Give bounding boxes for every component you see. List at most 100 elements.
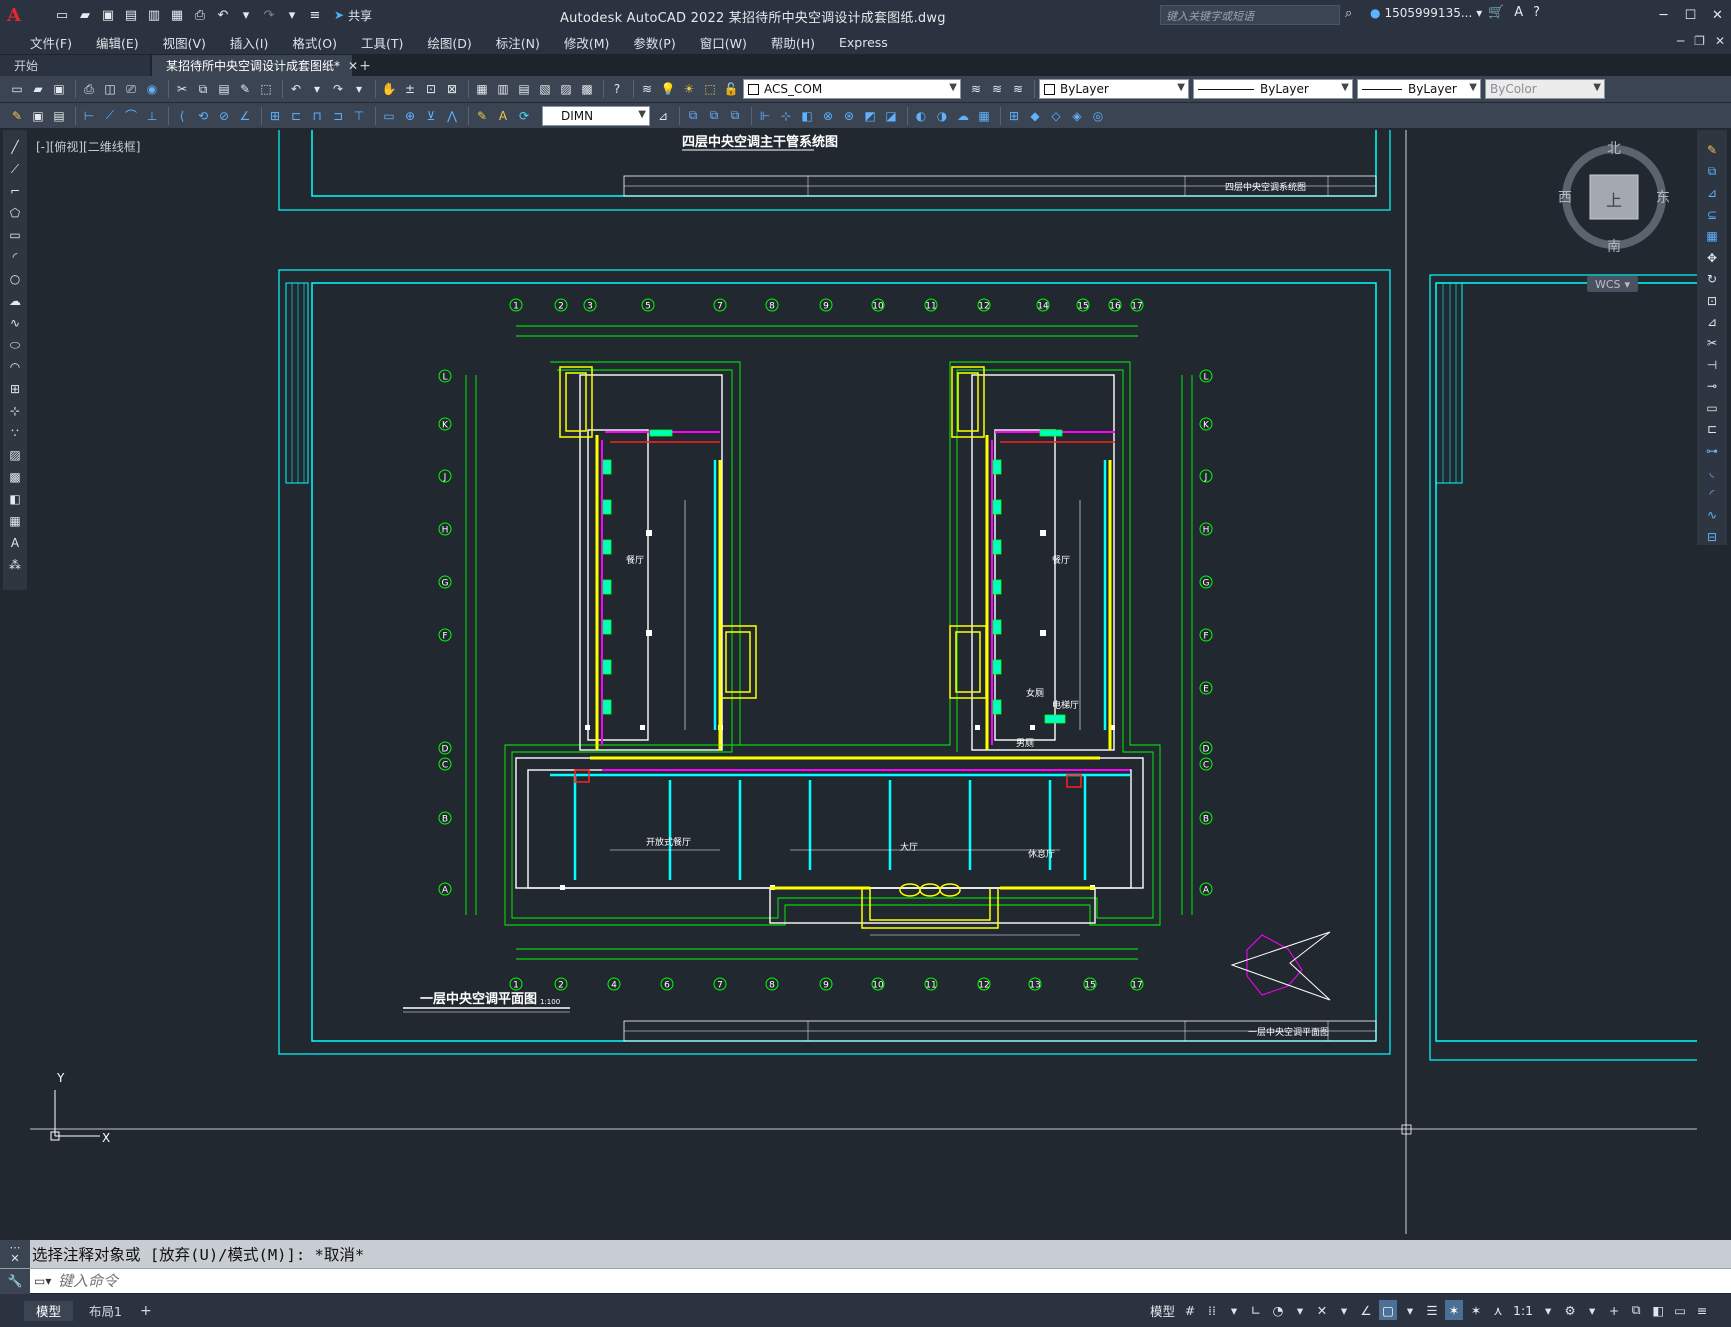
rotate-icon[interactable]: ↻ [1702, 271, 1722, 287]
recent-commands-icon[interactable]: ▭▾ [30, 1274, 58, 1288]
clip-icon[interactable]: ⊛ [840, 107, 858, 125]
menu-dimension[interactable]: 标注(N) [484, 33, 552, 52]
polar-icon[interactable]: ◔ [1269, 1300, 1287, 1320]
ortho-icon[interactable]: ∟ [1247, 1300, 1265, 1320]
dim-diameter-icon[interactable]: ⊘ [215, 107, 233, 125]
save-icon[interactable]: ▣ [98, 5, 118, 25]
blend-icon[interactable]: ◜ [1702, 486, 1722, 502]
viewcube-east[interactable]: 东 [1656, 190, 1670, 206]
array-icon[interactable]: ▦ [1702, 228, 1722, 244]
mirror-icon[interactable]: ⊿ [1702, 185, 1722, 201]
dim-continue-icon[interactable]: ⊓ [308, 107, 326, 125]
fillet-icon[interactable]: ◟ [1702, 464, 1722, 480]
menu-express[interactable]: Express [827, 35, 900, 50]
rectangle-icon[interactable]: ▭ [5, 226, 25, 244]
plot-icon[interactable]: ⎙ [80, 80, 98, 98]
stretch-icon[interactable]: ⊿ [1702, 314, 1722, 330]
chevron-down-icon[interactable]: ▾ [1539, 1300, 1557, 1320]
add-layout-button[interactable]: + [140, 1303, 152, 1319]
plus-icon[interactable]: + [1605, 1300, 1623, 1320]
doc-close-icon[interactable]: ✕ [1715, 34, 1725, 48]
viewcube[interactable]: 上 北 南 东 西 [1557, 140, 1671, 254]
ellipse-icon[interactable]: ⬭ [5, 336, 25, 354]
block-editor-icon[interactable]: ⬚ [257, 80, 275, 98]
revcloud-icon[interactable]: ☁ [5, 292, 25, 310]
add-selected-icon[interactable]: ⁂ [5, 556, 25, 574]
spline-icon[interactable]: ∿ [5, 314, 25, 332]
table-icon[interactable]: ▦ [975, 107, 993, 125]
make-block-icon[interactable]: ⊹ [777, 107, 795, 125]
dim-radius-icon[interactable]: ⟨ [173, 107, 191, 125]
break-point-icon[interactable]: ⊸ [1702, 378, 1722, 394]
command-line-grip[interactable]: ⋯ ✕ [0, 1240, 30, 1268]
zoom-previous-icon[interactable]: ⊠ [443, 80, 461, 98]
undo-icon[interactable]: ↶ [213, 5, 233, 25]
viewcube-west[interactable]: 西 [1558, 190, 1572, 206]
copy-icon[interactable]: ⧉ [194, 80, 212, 98]
xref-icon[interactable]: ◧ [798, 107, 816, 125]
chevron-down-icon[interactable]: ▾ [1335, 1300, 1353, 1320]
customize-status-icon[interactable]: ≡ [1693, 1300, 1711, 1320]
dim-space-icon[interactable]: ⊐ [329, 107, 347, 125]
redo-icon[interactable]: ↷ [329, 80, 347, 98]
command-input[interactable] [58, 1272, 1558, 1290]
viewport-icon[interactable]: ⊞ [1005, 107, 1023, 125]
dimstyle-combo[interactable]: DIMN ▼ [542, 105, 650, 126]
draworder-above-icon[interactable]: ⧉ [726, 107, 744, 125]
close-icon[interactable]: ✕ [1704, 0, 1731, 30]
drag-handle-icon[interactable]: ⋯ [10, 1242, 21, 1253]
zoom-realtime-icon[interactable]: ± [401, 80, 419, 98]
tolerance-icon[interactable]: ▭ [380, 107, 398, 125]
tab-layout1[interactable]: 布局1 [77, 1301, 134, 1321]
search-icon[interactable]: ⌕ [1345, 6, 1352, 21]
share-button[interactable]: ➤ 共享 [334, 7, 372, 24]
render-icon[interactable]: ◆ [1026, 107, 1044, 125]
gradient-icon[interactable]: ▩ [5, 468, 25, 486]
layer-lock-icon[interactable]: 🔓 [722, 80, 740, 98]
isodraft-icon[interactable]: ✕ [1313, 1300, 1331, 1320]
region-icon[interactable]: ◐ [912, 107, 930, 125]
move-icon[interactable]: ✥ [1702, 249, 1722, 265]
ellipse-arc-icon[interactable]: ◠ [5, 358, 25, 376]
point-icon[interactable]: ∵ [5, 424, 25, 442]
material-icon[interactable]: ◈ [1068, 107, 1086, 125]
draworder-front-icon[interactable]: ⧉ [684, 107, 702, 125]
camera-icon[interactable]: ◎ [1089, 107, 1107, 125]
snap-icon[interactable]: ⁞⁞ [1203, 1300, 1221, 1320]
open-from-web-icon[interactable]: ▥ [144, 5, 164, 25]
wcs-menu[interactable]: WCS ▾ [1587, 276, 1639, 292]
explode-icon[interactable]: ∿ [1702, 507, 1722, 523]
center-mark-icon[interactable]: ⊕ [401, 107, 419, 125]
menu-edit[interactable]: 编辑(E) [84, 33, 151, 52]
layer-vp-freeze-icon[interactable]: ⬚ [701, 80, 719, 98]
chevron-down-icon[interactable]: ▾ [1583, 1300, 1601, 1320]
undo-dropdown-icon[interactable]: ▾ [308, 80, 326, 98]
tab-model[interactable]: 模型 [24, 1300, 74, 1321]
insert-block-icon[interactable]: ⊞ [5, 380, 25, 398]
maximize-icon[interactable]: ☐ [1677, 0, 1704, 30]
dim-update-icon[interactable]: ⟳ [515, 107, 533, 125]
zoom-window-icon[interactable]: ⊡ [422, 80, 440, 98]
cart-icon[interactable]: 🛒 [1488, 5, 1504, 20]
dim-ordinate-icon[interactable]: ⊥ [143, 107, 161, 125]
menu-window[interactable]: 窗口(W) [688, 33, 759, 52]
extend-icon[interactable]: ⊣ [1702, 357, 1722, 373]
publish-3d-icon[interactable]: ◉ [143, 80, 161, 98]
xline-icon[interactable]: ⟋ [5, 160, 25, 178]
customize-icon[interactable]: 🔧 [0, 1268, 30, 1294]
break-icon[interactable]: ▭ [1702, 400, 1722, 416]
hatch-icon[interactable]: ▨ [5, 446, 25, 464]
layer-previous-icon[interactable]: ≋ [988, 80, 1006, 98]
doc-restore-icon[interactable]: ❐ [1694, 34, 1705, 48]
light-icon[interactable]: ◇ [1047, 107, 1065, 125]
tab-start[interactable]: 开始 [0, 55, 150, 76]
menu-parameter[interactable]: 参数(P) [621, 33, 687, 52]
new-tab-button[interactable]: + [354, 55, 376, 76]
viewcube-face-top[interactable]: 上 [1606, 191, 1622, 210]
join-icon[interactable]: ⊏ [1702, 421, 1722, 437]
autocad-logo-icon[interactable]: A [0, 0, 28, 30]
customize-qat-icon[interactable]: ≡ [305, 5, 325, 25]
save-as-icon[interactable]: ▤ [121, 5, 141, 25]
edit-icon[interactable]: ⊟ [1702, 528, 1722, 544]
make-block-icon[interactable]: ⊹ [5, 402, 25, 420]
